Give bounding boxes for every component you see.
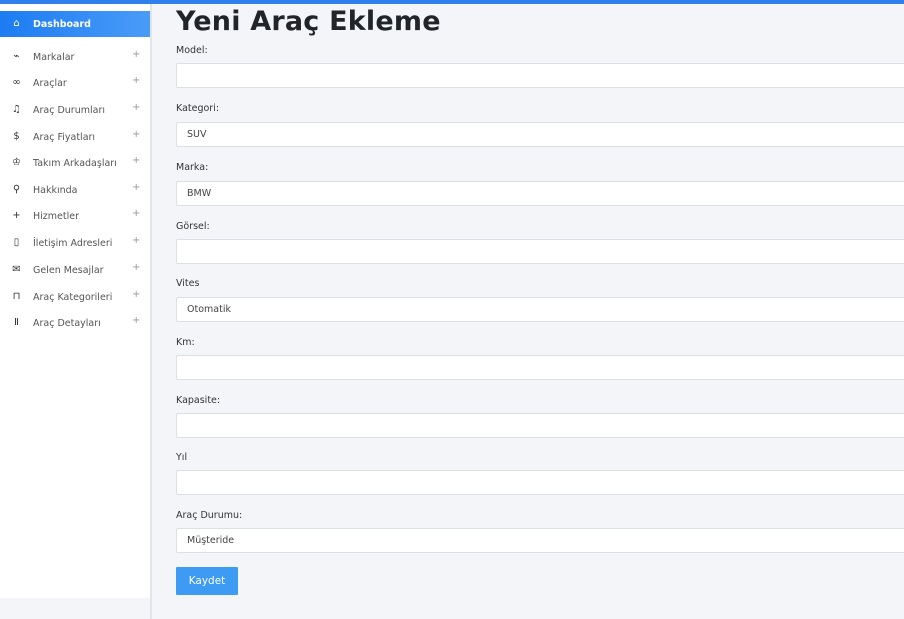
sidebar-item-label: Araç Durumları (33, 104, 105, 116)
expand-icon[interactable]: + (132, 129, 140, 140)
model-label: Model: (176, 45, 208, 56)
sidebar-item-arac-detaylari[interactable]: Ⅱ Araç Detayları + (0, 313, 150, 333)
yil-input[interactable] (176, 470, 904, 495)
model-input[interactable] (176, 63, 904, 88)
sidebar-divider (150, 4, 152, 619)
expand-icon[interactable]: + (132, 262, 140, 273)
sidebar-item-label: Markalar (33, 51, 75, 63)
sidebar-item-label: Hizmetler (33, 210, 79, 222)
kaydet-button[interactable]: Kaydet (176, 567, 238, 595)
sidebar-item-hizmetler[interactable]: + Hizmetler + (0, 206, 150, 226)
sidebar-item-label: Hakkında (33, 184, 78, 196)
expand-icon[interactable]: + (132, 75, 140, 86)
sidebar-item-label: Araç Detayları (33, 317, 101, 329)
crown-icon: ♔ (12, 157, 21, 168)
sidebar-item-takim-arkadaslari[interactable]: ♔ Takım Arkadaşları + (0, 153, 150, 173)
sidebar-item-gelen-mesajlar[interactable]: ✉ Gelen Mesajlar + (0, 260, 150, 280)
expand-icon[interactable]: + (132, 155, 140, 166)
vites-label: Vites (176, 278, 200, 289)
plus-icon: + (12, 210, 21, 221)
bag-icon: ⊓ (12, 291, 21, 302)
tower-icon: Ⅱ (14, 317, 19, 328)
kategori-select[interactable]: SUV (176, 122, 904, 147)
sidebar-item-arac-kategorileri[interactable]: ⊓ Araç Kategorileri + (0, 287, 150, 307)
marka-label: Marka: (176, 162, 209, 173)
sidebar-item-label: Araçlar (33, 77, 67, 89)
home-icon: ⌂ (13, 18, 20, 29)
sidebar-item-arac-fiyatlari[interactable]: $ Araç Fiyatları + (0, 127, 150, 147)
expand-icon[interactable]: + (132, 49, 140, 60)
sidebar-item-label: Dashboard (33, 18, 91, 30)
expand-icon[interactable]: + (132, 182, 140, 193)
search-icon: ⚲ (12, 184, 21, 195)
sidebar-item-dashboard[interactable]: ⌂ Dashboard (0, 11, 150, 37)
expand-icon[interactable]: + (132, 289, 140, 300)
vites-select[interactable]: Otomatik (176, 297, 904, 322)
sidebar-item-iletisim-adresleri[interactable]: ▯ İletişim Adresleri + (0, 233, 150, 253)
sidebar-item-label: Takım Arkadaşları (33, 157, 117, 169)
sidebar-item-markalar[interactable]: ⌁ Markalar + (0, 47, 150, 67)
expand-icon[interactable]: + (132, 208, 140, 219)
expand-icon[interactable]: + (132, 235, 140, 246)
sidebar-item-araclar[interactable]: ∞ Araçlar + (0, 73, 150, 93)
page-title: Yeni Araç Ekleme (176, 6, 441, 37)
arac-durumu-select[interactable]: Müşteride (176, 528, 904, 553)
expand-icon[interactable]: + (132, 315, 140, 326)
sidebar-item-hakkinda[interactable]: ⚲ Hakkında + (0, 180, 150, 200)
link-icon: ∞ (12, 77, 21, 88)
marka-select[interactable]: BMW (176, 181, 904, 206)
km-input[interactable] (176, 355, 904, 380)
sidebar-item-arac-durumlari[interactable]: ♫ Araç Durumları + (0, 100, 150, 120)
bookmark-icon: ▯ (13, 237, 20, 248)
gorsel-label: Görsel: (176, 221, 210, 232)
expand-icon[interactable]: + (132, 102, 140, 113)
kategori-label: Kategori: (176, 103, 220, 114)
gorsel-input[interactable] (176, 239, 904, 264)
sidebar-item-label: Gelen Mesajlar (33, 264, 104, 276)
km-label: Km: (176, 337, 195, 348)
arac-durumu-label: Araç Durumu: (176, 510, 243, 521)
kapasite-input[interactable] (176, 413, 904, 438)
sidebar-item-label: İletişim Adresleri (33, 237, 113, 249)
sidebar-item-label: Araç Fiyatları (33, 131, 96, 143)
sidebar-item-label: Araç Kategorileri (33, 291, 113, 303)
dollar-icon: $ (13, 131, 20, 142)
mail-icon: ✉ (12, 264, 21, 275)
activity-icon: ⌁ (13, 51, 20, 62)
kapasite-label: Kapasite: (176, 395, 221, 406)
yil-label: Yıl (176, 452, 188, 463)
music-icon: ♫ (12, 104, 21, 115)
